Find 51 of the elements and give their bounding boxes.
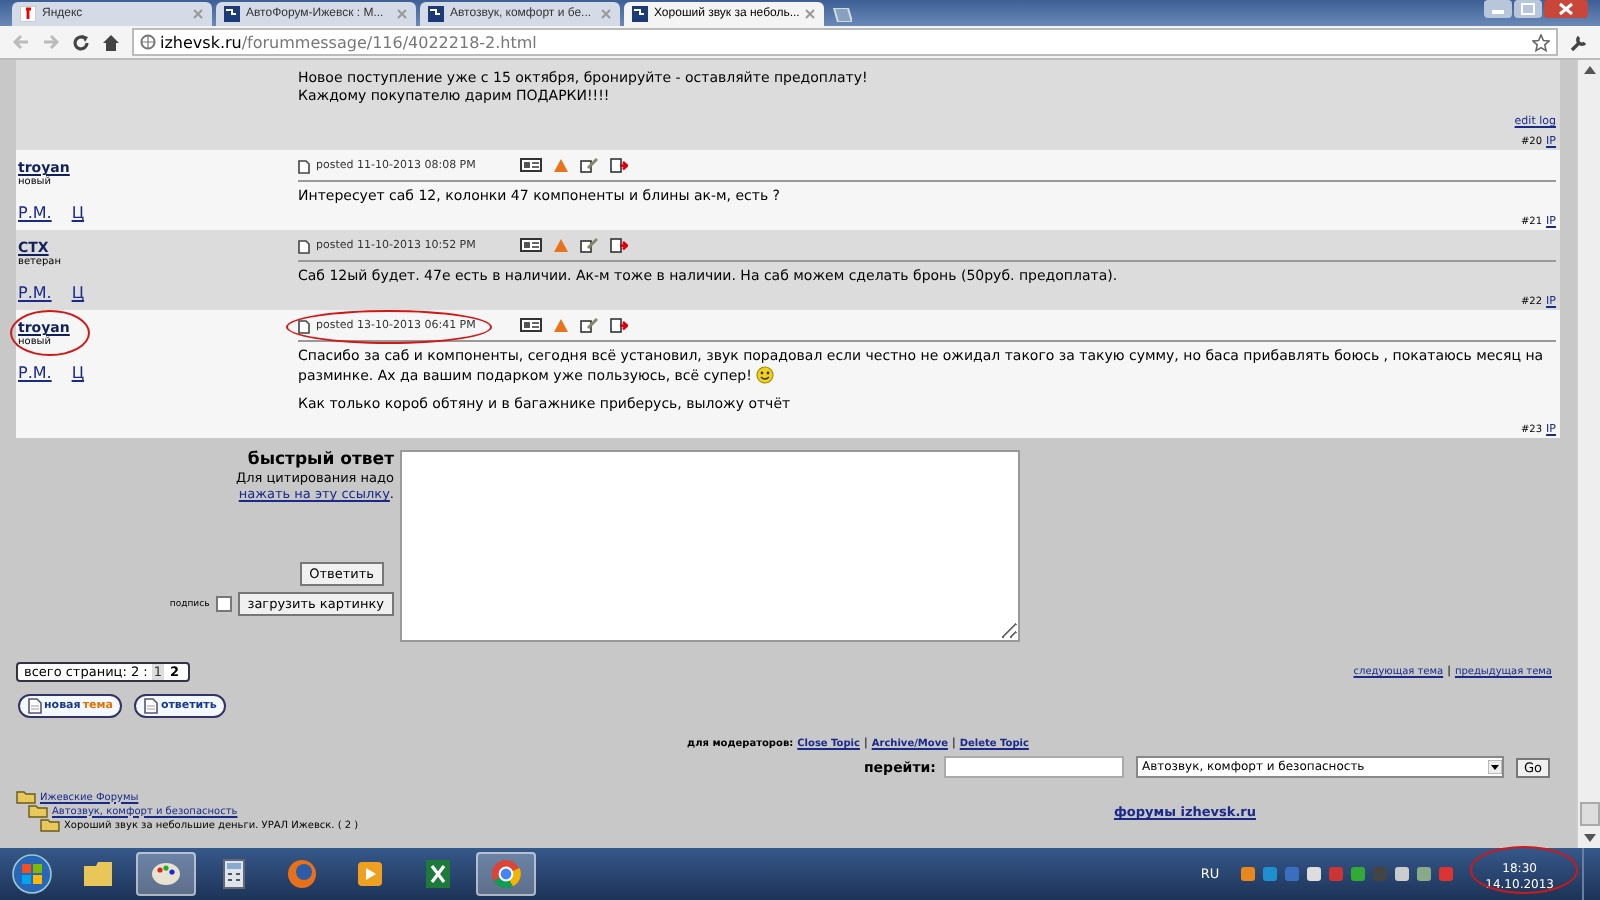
folder-icon bbox=[82, 858, 114, 890]
palette-icon bbox=[150, 858, 182, 890]
document-icon bbox=[298, 239, 310, 253]
address-field[interactable]: izhevsk.ru/forummessage/116/4022218-2.html bbox=[132, 28, 1558, 56]
letter-favicon-icon bbox=[20, 6, 36, 22]
chrome-icon bbox=[490, 858, 522, 890]
user-link[interactable]: Р.М. bbox=[18, 204, 52, 222]
user-link[interactable]: Р.М. bbox=[18, 284, 52, 302]
quick-reply-title: быстрый ответ bbox=[247, 450, 394, 470]
user-link[interactable]: Ц bbox=[71, 204, 85, 222]
maximize-icon[interactable] bbox=[1514, 0, 1542, 18]
warning-triangle-icon[interactable] bbox=[553, 158, 568, 174]
site-favicon-icon bbox=[632, 6, 648, 22]
media-player-icon bbox=[354, 858, 386, 890]
signature-checkbox[interactable] bbox=[215, 596, 232, 612]
star-icon[interactable] bbox=[1532, 33, 1550, 51]
user-link[interactable]: Р.М. bbox=[18, 364, 52, 382]
close-icon[interactable] bbox=[1544, 0, 1588, 18]
spreadsheet-icon bbox=[422, 858, 454, 890]
profile-card-icon[interactable] bbox=[519, 318, 542, 334]
document-icon bbox=[144, 698, 159, 714]
close-icon[interactable] bbox=[804, 8, 816, 20]
user-link[interactable]: Ц bbox=[71, 364, 85, 382]
edit-pencil-icon[interactable] bbox=[579, 158, 598, 174]
start-orb-icon[interactable] bbox=[12, 854, 52, 894]
site-favicon-icon bbox=[224, 6, 240, 22]
scrollbar[interactable] bbox=[1576, 60, 1600, 848]
profile-card-icon[interactable] bbox=[519, 238, 542, 254]
document-icon bbox=[298, 319, 310, 333]
minimize-icon[interactable] bbox=[1484, 0, 1512, 18]
user-link[interactable]: Ц bbox=[71, 284, 85, 302]
scroll-down-icon[interactable] bbox=[1583, 834, 1595, 842]
dropdown-caret-icon[interactable] bbox=[1487, 760, 1502, 774]
globe-icon bbox=[140, 34, 156, 50]
scroll-up-icon[interactable] bbox=[1583, 66, 1595, 74]
profile-card-icon[interactable] bbox=[519, 158, 542, 174]
reload-icon[interactable] bbox=[72, 33, 90, 51]
edit-pencil-icon[interactable] bbox=[579, 238, 598, 254]
warning-triangle-icon[interactable] bbox=[553, 318, 568, 334]
edit-pencil-icon[interactable] bbox=[579, 318, 598, 334]
document-icon bbox=[298, 159, 310, 173]
calculator-icon bbox=[218, 858, 250, 890]
wrench-icon[interactable] bbox=[1570, 33, 1588, 51]
jump-field[interactable] bbox=[943, 756, 1124, 778]
site-favicon-icon bbox=[428, 6, 444, 22]
document-icon bbox=[28, 698, 42, 714]
reply-textarea[interactable] bbox=[400, 450, 1020, 642]
scrollbar-thumb[interactable] bbox=[1579, 802, 1599, 826]
home-icon[interactable] bbox=[102, 33, 120, 51]
warning-triangle-icon[interactable] bbox=[553, 238, 568, 254]
new-tab-icon[interactable] bbox=[832, 8, 852, 22]
